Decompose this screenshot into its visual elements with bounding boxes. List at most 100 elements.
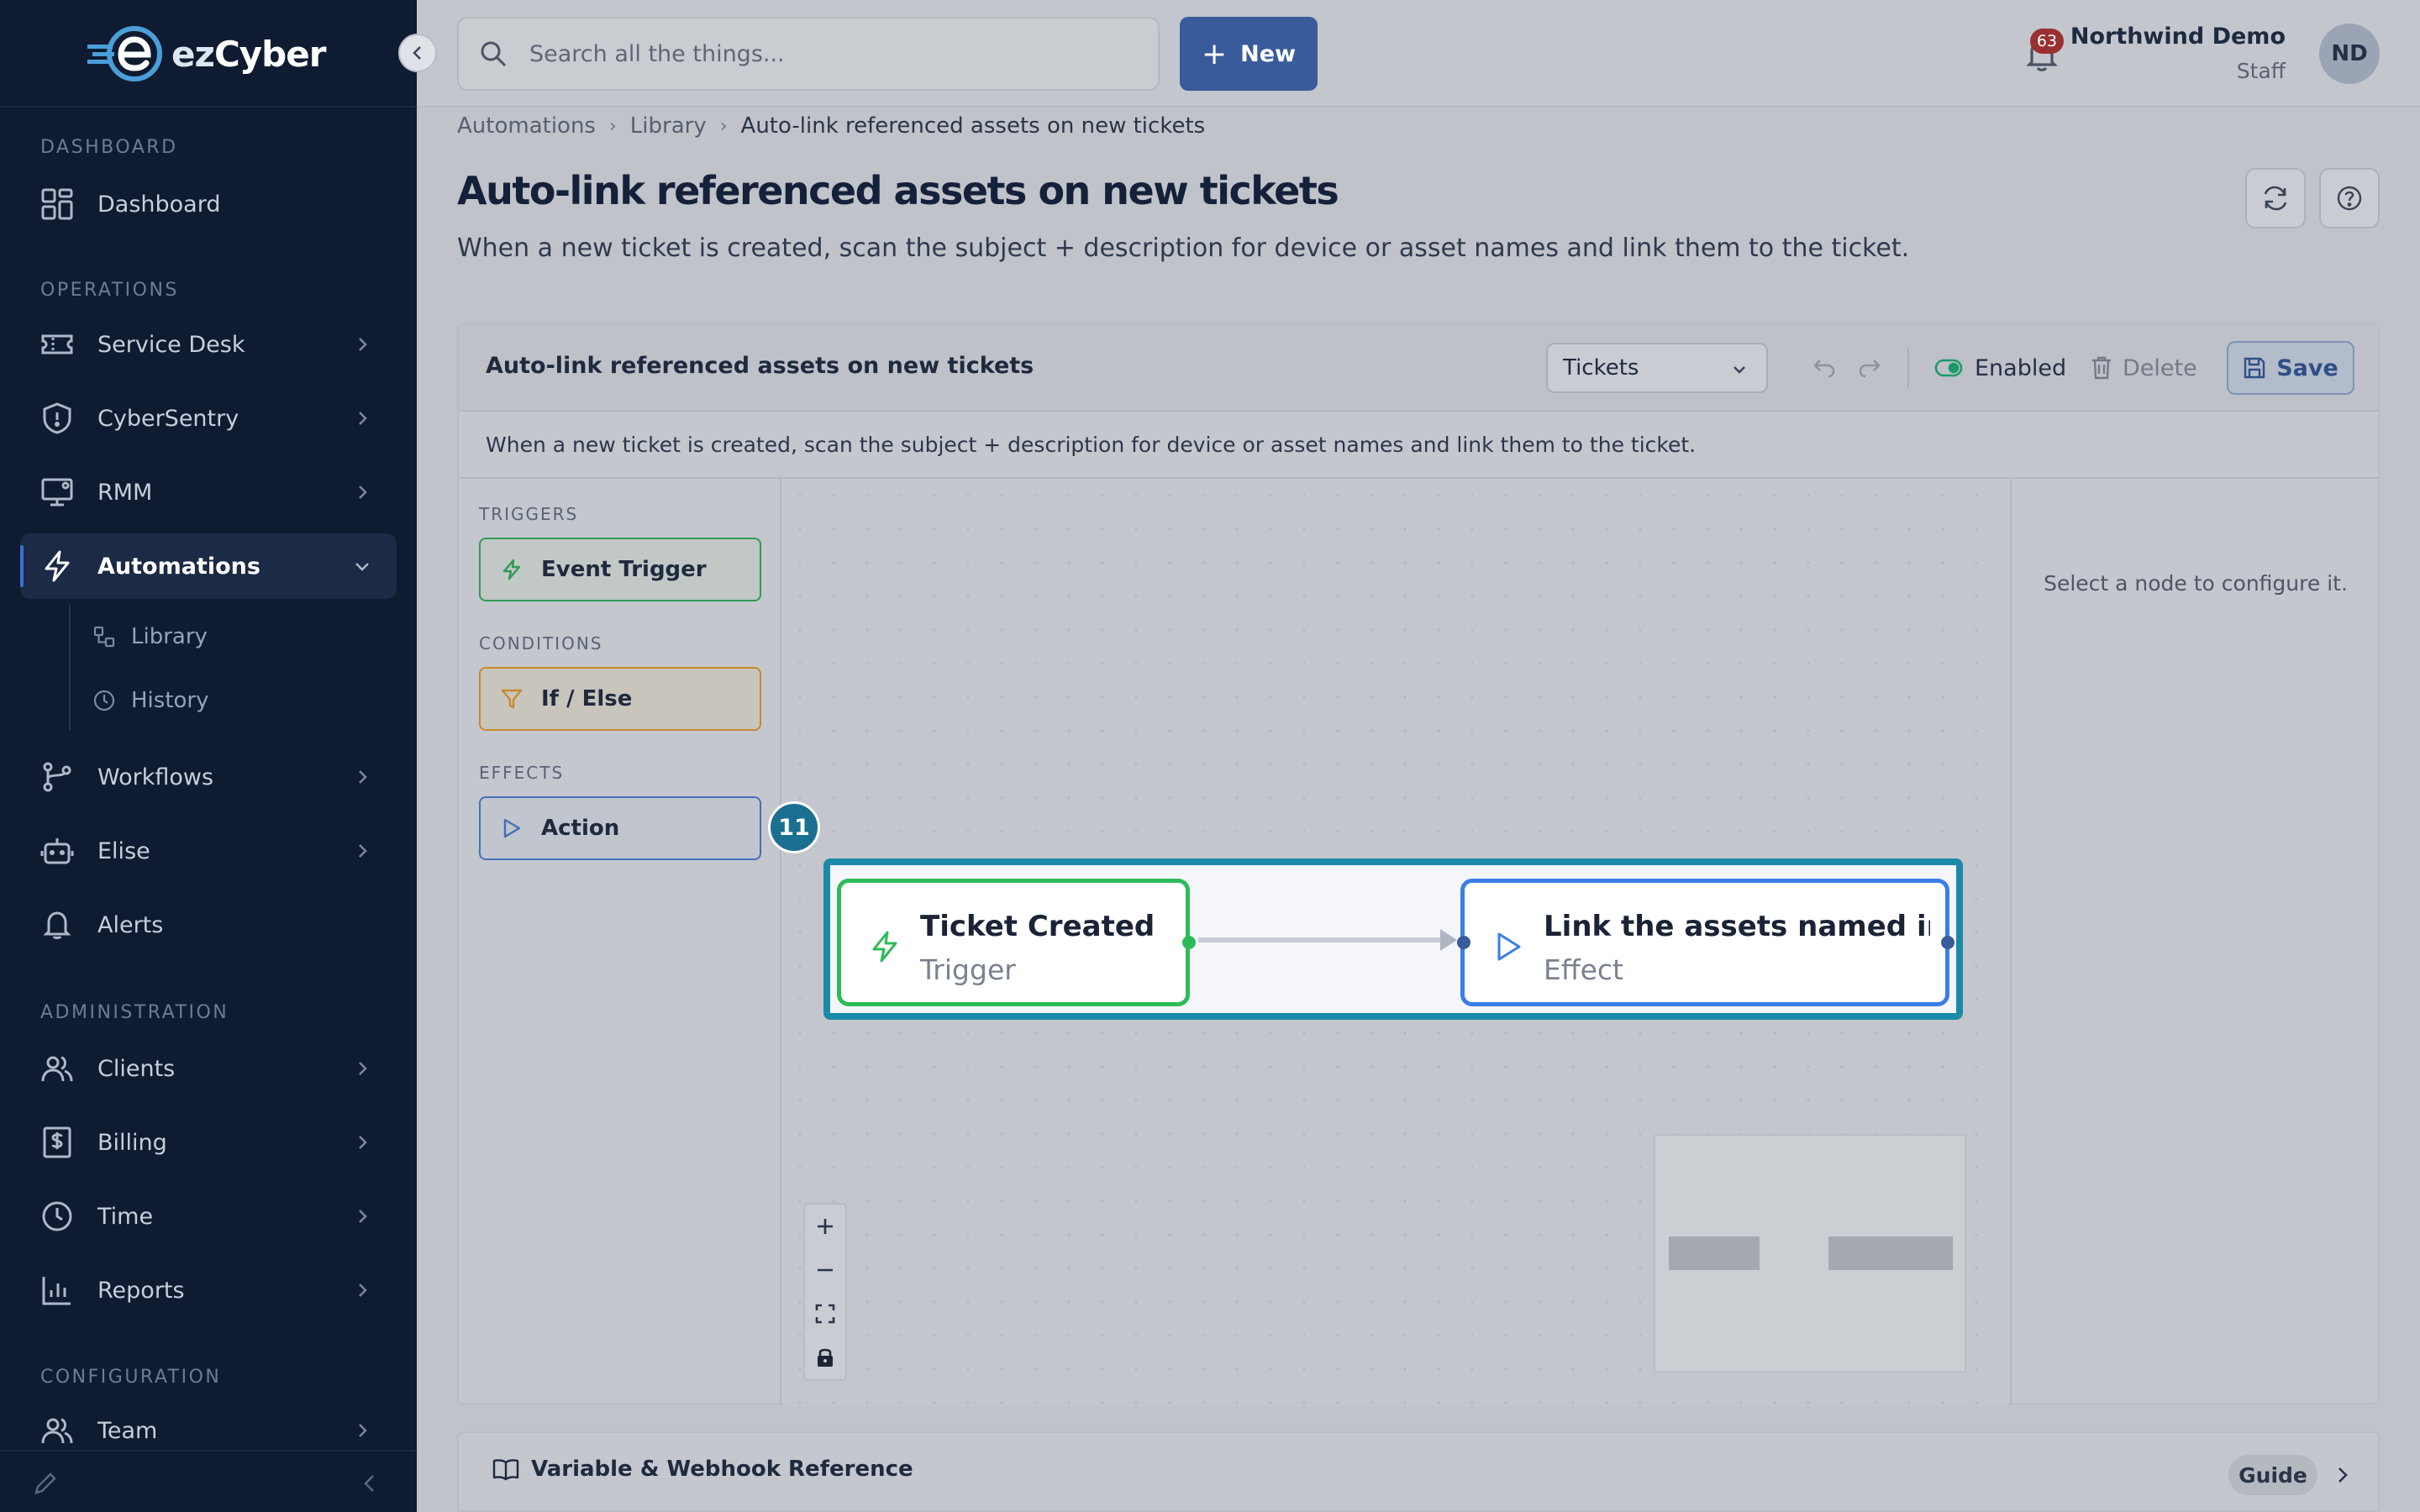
logo-text-ez: ez xyxy=(171,33,215,75)
sidebar-item-reports[interactable]: Reports xyxy=(20,1257,397,1323)
module-select-value: Tickets xyxy=(1563,355,1639,381)
chevron-right-icon[interactable] xyxy=(2333,1465,2353,1485)
avatar[interactable]: ND xyxy=(2319,24,2380,84)
flow-node-effect[interactable]: Link the assets named in th... Effect xyxy=(1457,879,1954,1006)
new-button[interactable]: + New xyxy=(1180,17,1318,91)
guide-button[interactable]: Guide xyxy=(2228,1455,2317,1495)
reference-title-label: Variable & Webhook Reference xyxy=(531,1457,913,1482)
plus-icon: + xyxy=(1201,36,1228,71)
sidebar-collapse-button[interactable] xyxy=(398,34,437,72)
grid-icon xyxy=(41,188,73,220)
breadcrumb-item-automations[interactable]: Automations xyxy=(457,113,596,139)
user-name[interactable]: Northwind Demo xyxy=(2070,24,2286,50)
chevron-right-icon: › xyxy=(719,115,728,137)
sidebar-item-service-desk[interactable]: Service Desk xyxy=(20,312,397,377)
sidebar-subitem-label: Library xyxy=(131,624,208,649)
brand-logo[interactable]: ezCyber xyxy=(87,18,326,89)
flow-edge-arrowhead xyxy=(1440,929,1457,951)
node-title: Link the assets named in th... xyxy=(1544,910,1930,943)
save-icon xyxy=(2244,357,2265,379)
sidebar-item-dashboard[interactable]: Dashboard xyxy=(20,171,397,237)
invoice-dollar-icon xyxy=(43,1126,71,1158)
trash-icon xyxy=(2092,356,2111,380)
lightning-icon xyxy=(502,559,521,580)
flow-selection[interactable]: Ticket Created Trigger Link the assets n… xyxy=(823,858,1963,1020)
refresh-button[interactable] xyxy=(2245,168,2306,228)
zoom-out-button[interactable] xyxy=(805,1248,845,1292)
module-select[interactable]: Tickets xyxy=(1546,343,1768,393)
fit-view-button[interactable] xyxy=(805,1292,845,1336)
palette-if-else[interactable]: If / Else xyxy=(479,667,761,731)
chevron-left-icon[interactable] xyxy=(358,1472,381,1495)
breadcrumb: Automations › Library › Auto-link refere… xyxy=(457,111,1205,141)
section-label-administration: ADMINISTRATION xyxy=(40,1002,229,1023)
node-output-port[interactable] xyxy=(1182,936,1196,949)
help-button[interactable] xyxy=(2319,168,2380,228)
sidebar-item-clients[interactable]: Clients xyxy=(20,1036,397,1101)
pencil-icon[interactable] xyxy=(32,1470,59,1497)
zoom-in-button[interactable] xyxy=(805,1205,845,1248)
breadcrumb-item-current: Auto-link referenced assets on new ticke… xyxy=(740,113,1206,139)
new-button-label: New xyxy=(1240,40,1297,67)
save-button[interactable]: Save xyxy=(2227,341,2354,395)
flow-edge[interactable] xyxy=(1198,937,1450,942)
node-output-port[interactable] xyxy=(1941,936,1954,949)
sidebar-item-workflows[interactable]: Workflows xyxy=(20,744,397,810)
sidebar-footer xyxy=(0,1450,417,1512)
palette-action[interactable]: Action xyxy=(479,796,761,860)
ticket-icon xyxy=(41,334,73,354)
palette-item-label: If / Else xyxy=(541,686,633,711)
sidebar-item-label: Team xyxy=(97,1417,158,1444)
canvas-minimap[interactable] xyxy=(1654,1134,1966,1373)
sidebar-item-cybersentry[interactable]: CyberSentry xyxy=(20,386,397,451)
redo-icon[interactable] xyxy=(1857,354,1882,380)
topbar: + New 63 Northwind Demo Staff ND xyxy=(417,0,2420,108)
filter-icon xyxy=(501,689,523,709)
save-label: Save xyxy=(2276,354,2338,381)
page-description: When a new ticket is created, scan the s… xyxy=(457,234,1910,263)
node-palette: TRIGGERS Event Trigger CONDITIONS If / E… xyxy=(459,479,781,1406)
search-input[interactable] xyxy=(529,40,1118,67)
user-role: Staff xyxy=(2236,59,2286,83)
palette-event-trigger[interactable]: Event Trigger xyxy=(479,538,761,601)
chevron-left-icon xyxy=(413,46,421,60)
undo-icon[interactable] xyxy=(1812,354,1837,380)
bot-icon xyxy=(40,838,74,864)
global-search[interactable] xyxy=(457,17,1160,91)
sidebar-item-elise[interactable]: Elise xyxy=(20,818,397,884)
chevron-right-icon xyxy=(359,338,367,351)
sidebar-item-time[interactable]: Time xyxy=(20,1184,397,1249)
clock-icon xyxy=(93,690,115,711)
flow-node-trigger[interactable]: Ticket Created Trigger xyxy=(837,879,1196,1006)
chevron-right-icon xyxy=(359,1210,367,1223)
selection-callout-badge: 11 xyxy=(768,801,820,853)
minimap-node xyxy=(1828,1236,1953,1270)
enabled-toggle[interactable]: Enabled xyxy=(1934,349,2066,386)
sidebar-subitem-library[interactable]: Library xyxy=(92,612,208,662)
chevron-down-icon xyxy=(355,563,369,571)
sidebar-item-rmm[interactable]: RMM xyxy=(20,459,397,525)
editor-description: When a new ticket is created, scan the s… xyxy=(459,412,2378,479)
breadcrumb-item-library[interactable]: Library xyxy=(630,113,707,139)
delete-button[interactable]: Delete xyxy=(2091,349,2197,386)
sidebar-item-automations[interactable]: Automations xyxy=(20,533,397,599)
sidebar-item-label: Alerts xyxy=(97,911,164,938)
canvas-zoom-controls xyxy=(803,1203,847,1381)
toolbar-divider xyxy=(1907,348,1909,388)
sidebar-item-label: Reports xyxy=(97,1277,185,1304)
sidebar-item-label: Billing xyxy=(97,1129,167,1156)
sidebar-item-billing[interactable]: Billing xyxy=(20,1110,397,1175)
palette-label-effects: EFFECTS xyxy=(479,763,565,783)
variable-reference-panel[interactable]: Variable & Webhook Reference Guide xyxy=(457,1431,2380,1512)
refresh-icon xyxy=(2264,186,2287,211)
editor-title: Auto-link referenced assets on new ticke… xyxy=(486,353,1034,379)
page-title: Auto-link referenced assets on new ticke… xyxy=(457,168,1339,213)
chevron-right-icon xyxy=(359,1424,367,1437)
lock-canvas-button[interactable] xyxy=(805,1336,845,1379)
node-kind: Trigger xyxy=(920,953,1016,986)
node-input-port[interactable] xyxy=(1457,936,1470,949)
sidebar-item-alerts[interactable]: Alerts xyxy=(20,892,397,958)
chevron-right-icon xyxy=(359,412,367,425)
palette-item-label: Event Trigger xyxy=(541,557,707,582)
sidebar-subitem-history[interactable]: History xyxy=(92,675,209,726)
